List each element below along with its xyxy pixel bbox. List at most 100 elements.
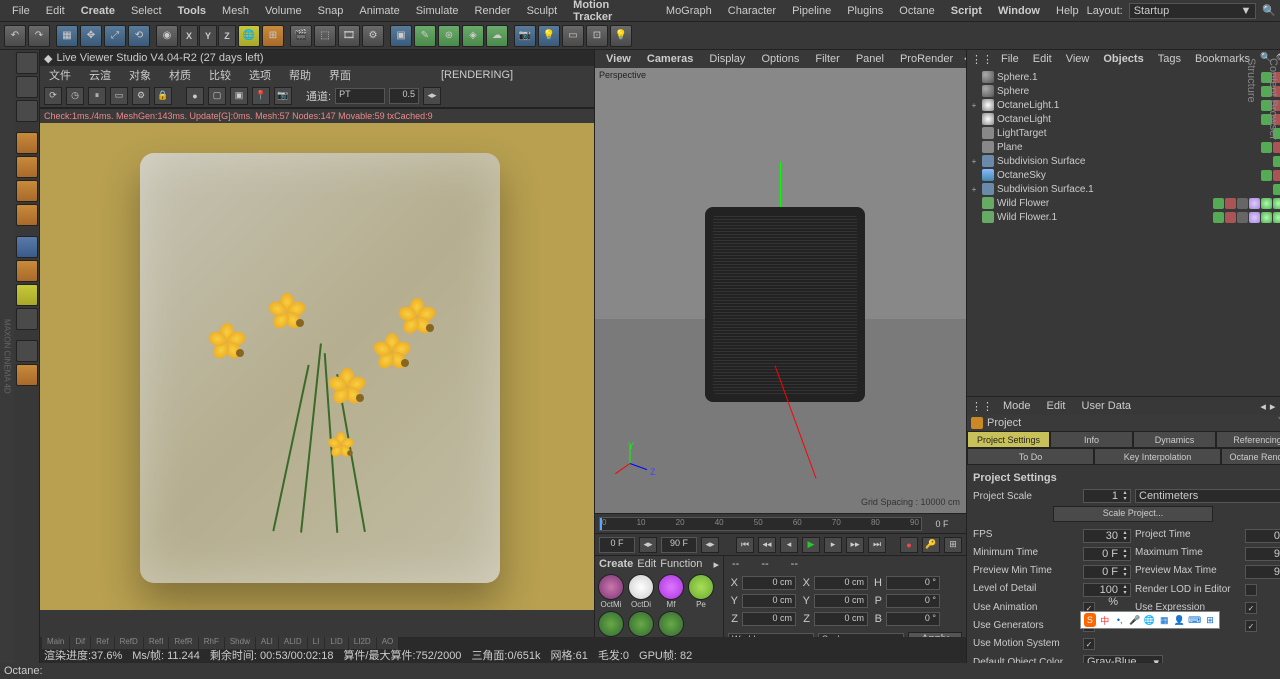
- edge-mode-button[interactable]: [16, 156, 38, 178]
- object-row[interactable]: Sphere: [969, 84, 1280, 98]
- expand-icon[interactable]: +: [969, 185, 979, 194]
- snap-button[interactable]: [16, 284, 38, 306]
- object-name[interactable]: Wild Flower: [997, 198, 1210, 209]
- render-region-button[interactable]: ⬚: [314, 25, 336, 47]
- axis-x-toggle[interactable]: X: [180, 25, 198, 47]
- mintime-input[interactable]: 0 F▴▾: [1083, 547, 1131, 561]
- menu-mograph[interactable]: MoGraph: [658, 2, 720, 20]
- vp-menu-prorender[interactable]: ProRender: [893, 51, 960, 67]
- menu-character[interactable]: Character: [720, 2, 784, 20]
- attr-menu-edit[interactable]: Edit: [1041, 398, 1072, 414]
- menu-animate[interactable]: Animate: [351, 2, 407, 20]
- object-name[interactable]: Sphere: [997, 86, 1258, 97]
- scale-project-button[interactable]: Scale Project...: [1053, 506, 1213, 522]
- viewport-3d[interactable]: Y Z Grid Spacing : 10000 cm: [595, 82, 966, 513]
- rtab-structure[interactable]: Structure: [1244, 54, 1258, 392]
- lv-menu-material[interactable]: 材质: [164, 65, 196, 85]
- object-row[interactable]: LightTarget: [969, 126, 1280, 140]
- menu-mesh[interactable]: Mesh: [214, 2, 257, 20]
- object-mode-button[interactable]: [16, 204, 38, 226]
- locked-button[interactable]: [16, 308, 38, 330]
- render-pv-button[interactable]: 🎞: [338, 25, 360, 47]
- menu-help[interactable]: Help: [1048, 2, 1087, 20]
- workplane-button[interactable]: [16, 100, 38, 122]
- tl-spinner1[interactable]: ◂▸: [639, 537, 657, 553]
- tl-prevkey-button[interactable]: ◂◂: [758, 537, 776, 553]
- lv-sphere-button[interactable]: ●: [186, 87, 204, 105]
- object-name[interactable]: Plane: [997, 142, 1258, 153]
- attr-tab-octane[interactable]: Octane Render: [1221, 448, 1280, 465]
- search-icon[interactable]: 🔍: [1262, 4, 1276, 17]
- render-output[interactable]: [40, 123, 594, 610]
- lv-menu-compare[interactable]: 比较: [204, 65, 236, 85]
- object-tag[interactable]: [1213, 212, 1224, 223]
- timeline-track[interactable]: 01020 405060 708090: [599, 517, 922, 531]
- live-select-button[interactable]: ▦: [56, 25, 78, 47]
- menu-volume[interactable]: Volume: [257, 2, 310, 20]
- menu-snap[interactable]: Snap: [310, 2, 352, 20]
- mat-menu-edit[interactable]: Edit: [637, 558, 656, 570]
- menu-octane[interactable]: Octane: [891, 2, 942, 20]
- fps-input[interactable]: 30▴▾: [1083, 529, 1131, 543]
- defcolor-dropdown[interactable]: Gray-Blue▾: [1083, 655, 1163, 663]
- object-name[interactable]: LightTarget: [997, 128, 1270, 139]
- vp-menu-display[interactable]: Display: [702, 51, 752, 67]
- rotate-button[interactable]: ⟲: [128, 25, 150, 47]
- coord-tab2[interactable]: --: [757, 556, 772, 572]
- object-name[interactable]: OctaneSky: [997, 170, 1258, 181]
- lv-menu-help[interactable]: 帮助: [284, 65, 316, 85]
- material-cell[interactable]: [657, 611, 685, 637]
- axis-z-toggle[interactable]: Z: [218, 25, 236, 47]
- lv-box-button[interactable]: ▣: [230, 87, 248, 105]
- attr-tab-info[interactable]: Info: [1050, 431, 1133, 448]
- coord-tab1[interactable]: --: [728, 556, 743, 572]
- menu-file[interactable]: File: [4, 2, 38, 20]
- object-tag[interactable]: [1225, 212, 1236, 223]
- mat-menu-function[interactable]: Function: [660, 558, 702, 570]
- poly-mode-button[interactable]: [16, 180, 38, 202]
- menu-script[interactable]: Script: [943, 2, 990, 20]
- projscale-unit-dropdown[interactable]: Centimeters▾: [1135, 489, 1280, 503]
- menu-window[interactable]: Window: [990, 2, 1048, 20]
- axis-y-toggle[interactable]: Y: [199, 25, 217, 47]
- lv-clock-button[interactable]: ◷: [66, 87, 84, 105]
- object-name[interactable]: Wild Flower.1: [997, 212, 1210, 223]
- light-button[interactable]: 💡: [538, 25, 560, 47]
- obj-menu-edit[interactable]: Edit: [1027, 51, 1058, 67]
- menu-edit[interactable]: Edit: [38, 2, 73, 20]
- ime-keyboard-icon[interactable]: ⌨: [1188, 613, 1201, 627]
- material-cell[interactable]: OctMi: [597, 574, 625, 609]
- point-mode-button[interactable]: [16, 132, 38, 154]
- spline-button[interactable]: ✎: [414, 25, 436, 47]
- object-name[interactable]: Subdivision Surface.1: [997, 184, 1270, 195]
- menu-sculpt[interactable]: Sculpt: [519, 2, 566, 20]
- obj-menu-objects[interactable]: Objects: [1097, 51, 1149, 67]
- scale-button[interactable]: ⤢: [104, 25, 126, 47]
- lv-menu-object[interactable]: 对象: [124, 65, 156, 85]
- object-name[interactable]: OctaneLight: [997, 114, 1258, 125]
- lv-gear-button[interactable]: ⚙: [132, 87, 150, 105]
- object-row[interactable]: OctaneSky: [969, 168, 1280, 182]
- tl-keymode-button[interactable]: ⊞: [944, 537, 962, 553]
- projscale-input[interactable]: 1▴▾: [1083, 489, 1131, 503]
- attr-tab-dynamics[interactable]: Dynamics: [1133, 431, 1216, 448]
- tl-nextkey-button[interactable]: ▸▸: [846, 537, 864, 553]
- object-name[interactable]: Subdivision Surface: [997, 156, 1270, 167]
- lv-cube-button[interactable]: ▢: [208, 87, 226, 105]
- material-cell[interactable]: Mf: [657, 574, 685, 609]
- coord-input[interactable]: 0 cm: [814, 576, 868, 590]
- layout-dropdown[interactable]: Startup▼: [1129, 3, 1257, 19]
- obj-menu-tags[interactable]: Tags: [1152, 51, 1187, 67]
- material-cell[interactable]: [597, 611, 625, 637]
- obj-grip-icon[interactable]: ⋮⋮: [971, 53, 993, 66]
- lod-input[interactable]: 100 %▴▾: [1083, 583, 1131, 597]
- lv-menu-ui[interactable]: 界面: [324, 65, 356, 85]
- attr-nav-back-icon[interactable]: ◂: [1260, 400, 1266, 413]
- coord-input[interactable]: 0 °: [886, 576, 940, 590]
- renderlod-checkbox[interactable]: [1245, 584, 1257, 596]
- coord-button[interactable]: ⊞: [262, 25, 284, 47]
- menu-simulate[interactable]: Simulate: [408, 2, 467, 20]
- tl-prevframe-button[interactable]: ◂: [780, 537, 798, 553]
- attr-tab-keyinterp[interactable]: Key Interpolation: [1094, 448, 1221, 465]
- menu-pipeline[interactable]: Pipeline: [784, 2, 839, 20]
